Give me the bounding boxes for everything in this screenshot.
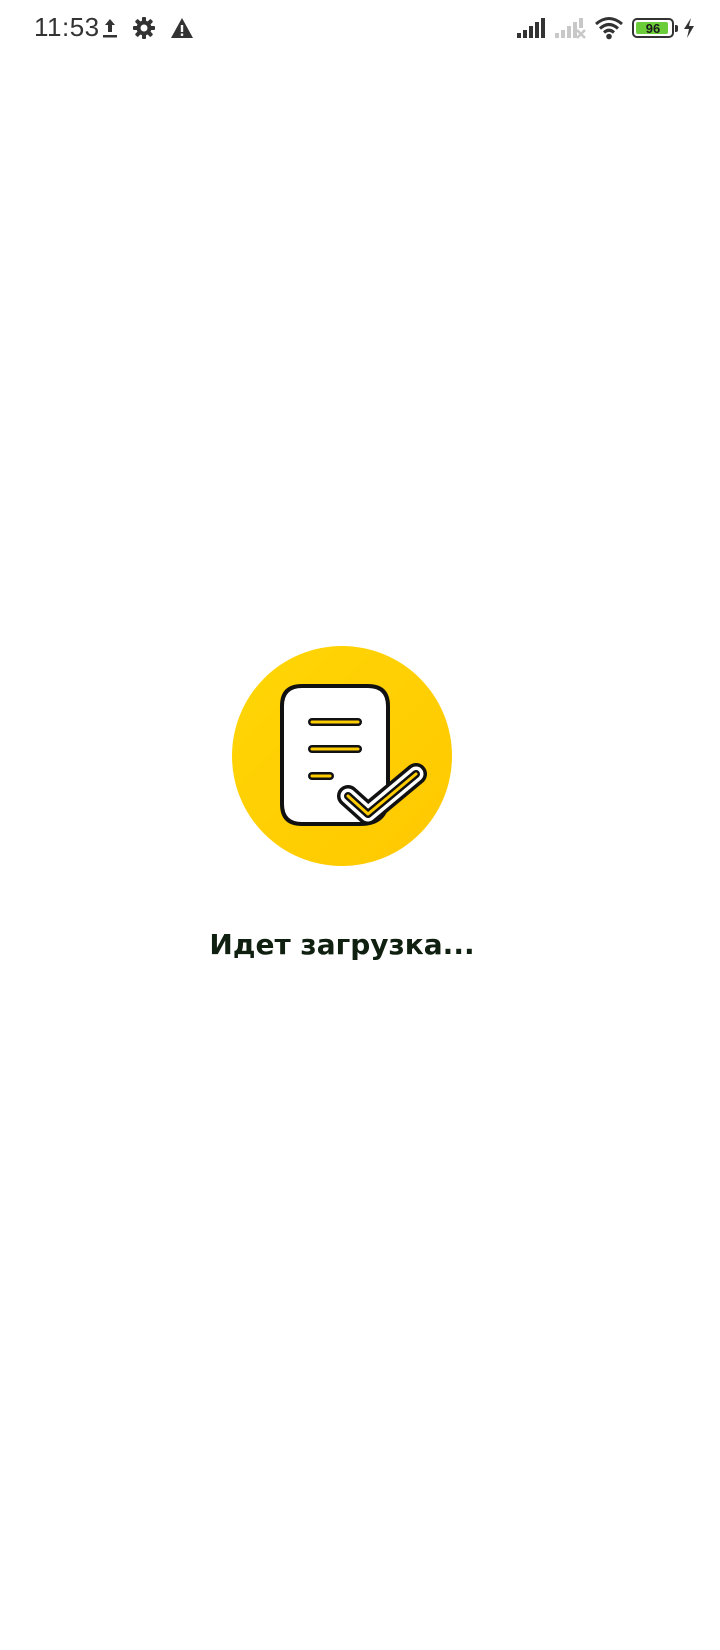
- signal-no-sim-icon: [554, 17, 586, 39]
- status-notification-icons: [102, 14, 194, 42]
- loading-screen: 11:53 96 Идет загрузка...: [0, 0, 720, 1650]
- wifi-icon: [594, 16, 624, 40]
- status-system-icons: 96: [516, 14, 696, 42]
- app-logo: [232, 646, 452, 866]
- loading-text: Идет загрузка...: [209, 928, 475, 961]
- status-bar: 11:53 96: [0, 0, 720, 56]
- document-check-icon: [280, 684, 427, 826]
- status-time: 11:53: [34, 12, 100, 42]
- upload-icon: [102, 17, 118, 39]
- charging-icon: [682, 17, 696, 39]
- warning-icon: [170, 17, 194, 39]
- settings-icon: [132, 16, 156, 40]
- battery-icon: 96: [632, 18, 678, 38]
- battery-level: 96: [645, 20, 661, 36]
- signal-icon: [516, 17, 546, 39]
